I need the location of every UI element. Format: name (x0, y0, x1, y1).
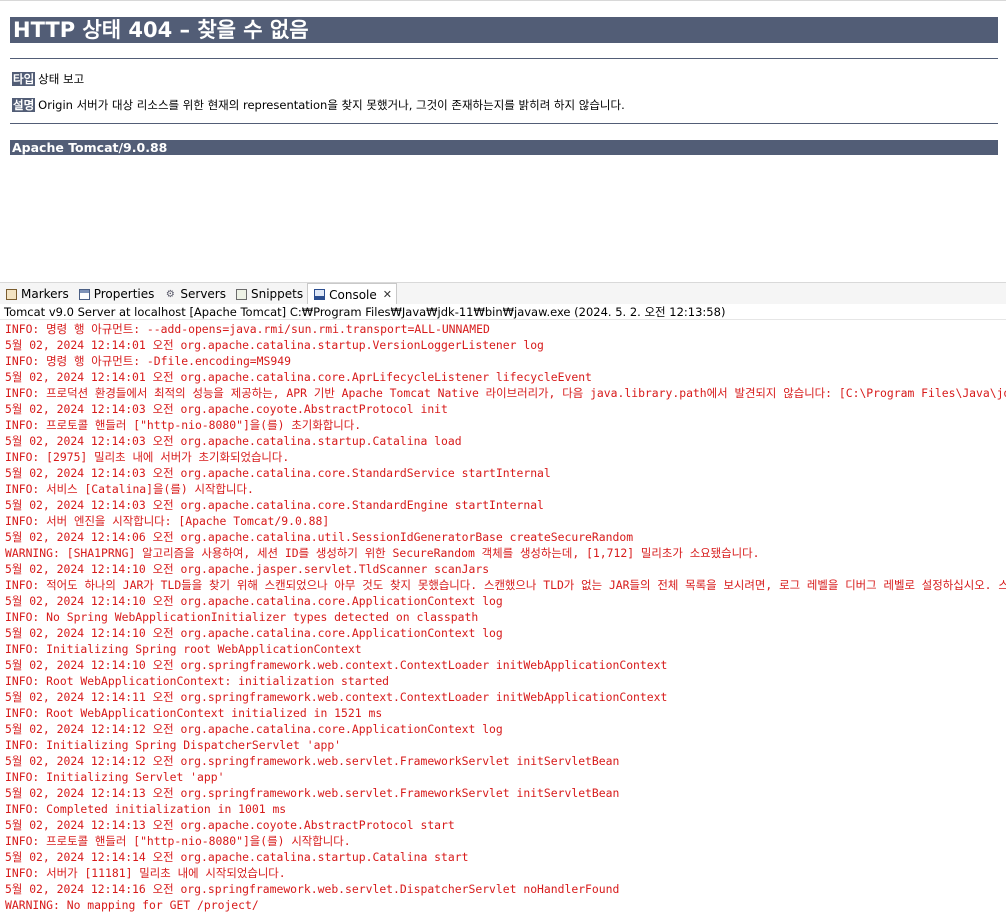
console-line: 5월 02, 2024 12:14:13 오전 org.springframew… (5, 786, 620, 800)
console-line: INFO: 프로덕션 환경들에서 최적의 성능을 제공하는, APR 기반 Ap… (5, 386, 1006, 400)
console-line: 5월 02, 2024 12:14:13 오전 org.apache.coyot… (5, 818, 455, 832)
server-info: Apache Tomcat/9.0.88 (10, 140, 998, 155)
console-line: 5월 02, 2024 12:14:03 오전 org.apache.catal… (5, 466, 551, 480)
console-line: 5월 02, 2024 12:14:16 오전 org.springframew… (5, 882, 620, 896)
console-line: 5월 02, 2024 12:14:10 오전 org.springframew… (5, 658, 668, 672)
console-line: INFO: No Spring WebApplicationInitialize… (5, 610, 479, 624)
page-title: HTTP 상태 404 – 찾을 수 없음 (10, 17, 998, 43)
console-line: INFO: Root WebApplicationContext initial… (5, 706, 383, 720)
console-line: 5월 02, 2024 12:14:10 오전 org.apache.catal… (5, 594, 503, 608)
snippets-icon (236, 288, 247, 300)
close-icon[interactable]: ✕ (383, 288, 392, 301)
tab-console[interactable]: Console ✕ (307, 283, 397, 305)
console-line: 5월 02, 2024 12:14:01 오전 org.apache.catal… (5, 338, 544, 352)
console-line: 5월 02, 2024 12:14:12 오전 org.springframew… (5, 754, 620, 768)
console-line: INFO: 적어도 하나의 JAR가 TLD들을 찾기 위해 스캔되었으나 아무… (5, 578, 1006, 592)
description-value: Origin 서버가 대상 리소스를 위한 현재의 representation… (38, 98, 625, 112)
console-line: INFO: 서버가 [11181] 밀리초 내에 시작되었습니다. (5, 866, 286, 880)
console-line: 5월 02, 2024 12:14:14 오전 org.apache.catal… (5, 850, 469, 864)
tab-label: Snippets (251, 287, 304, 301)
console-line: INFO: Initializing Spring root WebApplic… (5, 642, 362, 656)
tab-label: Properties (93, 287, 155, 301)
type-row: 타입 상태 보고 (12, 71, 84, 87)
console-line: WARNING: No mapping for GET /project/ (5, 898, 259, 912)
tab-properties[interactable]: Properties (73, 283, 159, 305)
description-label: 설명 (12, 98, 36, 112)
console-line: INFO: 프로토콜 핸들러 ["http-nio-8080"]을(를) 시작합… (5, 834, 351, 848)
console-line: 5월 02, 2024 12:14:12 오전 org.apache.catal… (5, 722, 503, 736)
console-line: INFO: Root WebApplicationContext: initia… (5, 674, 390, 688)
console-line: 5월 02, 2024 12:14:03 오전 org.apache.coyot… (5, 402, 448, 416)
console-line: INFO: Initializing Spring DispatcherServ… (5, 738, 342, 752)
tab-snippets[interactable]: Snippets (230, 283, 307, 305)
view-tab-bar: Markers Properties ⚙ Servers Snippets Co… (0, 282, 1006, 305)
console-line: 5월 02, 2024 12:14:01 오전 org.apache.catal… (5, 370, 592, 384)
console-output[interactable]: INFO: 명령 행 아규먼트: --add-opens=java.rmi/su… (0, 321, 1006, 917)
console-line: 5월 02, 2024 12:14:10 오전 org.apache.jaspe… (5, 562, 490, 576)
tab-servers[interactable]: ⚙ Servers (158, 283, 230, 305)
browser-view: HTTP 상태 404 – 찾을 수 없음 타입 상태 보고 설명 Origin 서… (0, 0, 1006, 278)
type-label: 타입 (12, 72, 36, 86)
tab-label: Console (329, 287, 377, 302)
type-value: 상태 보고 (38, 72, 85, 86)
console-line: INFO: 서비스 [Catalina]을(를) 시작합니다. (5, 482, 254, 496)
console-line: INFO: 명령 행 아규먼트: --add-opens=java.rmi/su… (5, 322, 490, 336)
divider (10, 58, 998, 59)
top-divider (0, 0, 1006, 1)
console-line: INFO: [2975] 밀리초 내에 서버가 초기화되었습니다. (5, 450, 290, 464)
console-line: INFO: Completed initialization in 1001 m… (5, 802, 287, 816)
console-icon (314, 289, 326, 300)
console-line: INFO: Initializing Servlet 'app' (5, 770, 225, 784)
console-line: INFO: 서버 엔진을 시작합니다: [Apache Tomcat/9.0.8… (5, 514, 330, 528)
tab-markers[interactable]: Markers (0, 283, 73, 305)
console-line: 5월 02, 2024 12:14:10 오전 org.apache.catal… (5, 626, 503, 640)
markers-icon (6, 288, 17, 300)
console-line: 5월 02, 2024 12:14:11 오전 org.springframew… (5, 690, 668, 704)
tab-label: Servers (180, 287, 226, 301)
description-row: 설명 Origin 서버가 대상 리소스를 위한 현재의 representati… (12, 97, 625, 113)
servers-icon: ⚙ (165, 288, 175, 300)
tab-label: Markers (21, 287, 69, 301)
divider (10, 123, 998, 124)
console-line: INFO: 명령 행 아규먼트: -Dfile.encoding=MS949 (5, 354, 291, 368)
console-line: 5월 02, 2024 12:14:06 오전 org.apache.catal… (5, 530, 634, 544)
console-line: 5월 02, 2024 12:14:03 오전 org.apache.catal… (5, 434, 462, 448)
properties-icon (78, 288, 90, 300)
console-process-label: Tomcat v9.0 Server at localhost [Apache … (0, 304, 1006, 320)
console-line: WARNING: [SHA1PRNG] 알고리즘을 사용하여, 세션 ID를 생… (5, 546, 760, 560)
console-line: INFO: 프로토콜 핸들러 ["http-nio-8080"]을(를) 초기화… (5, 418, 362, 432)
console-line: 5월 02, 2024 12:14:03 오전 org.apache.catal… (5, 498, 544, 512)
